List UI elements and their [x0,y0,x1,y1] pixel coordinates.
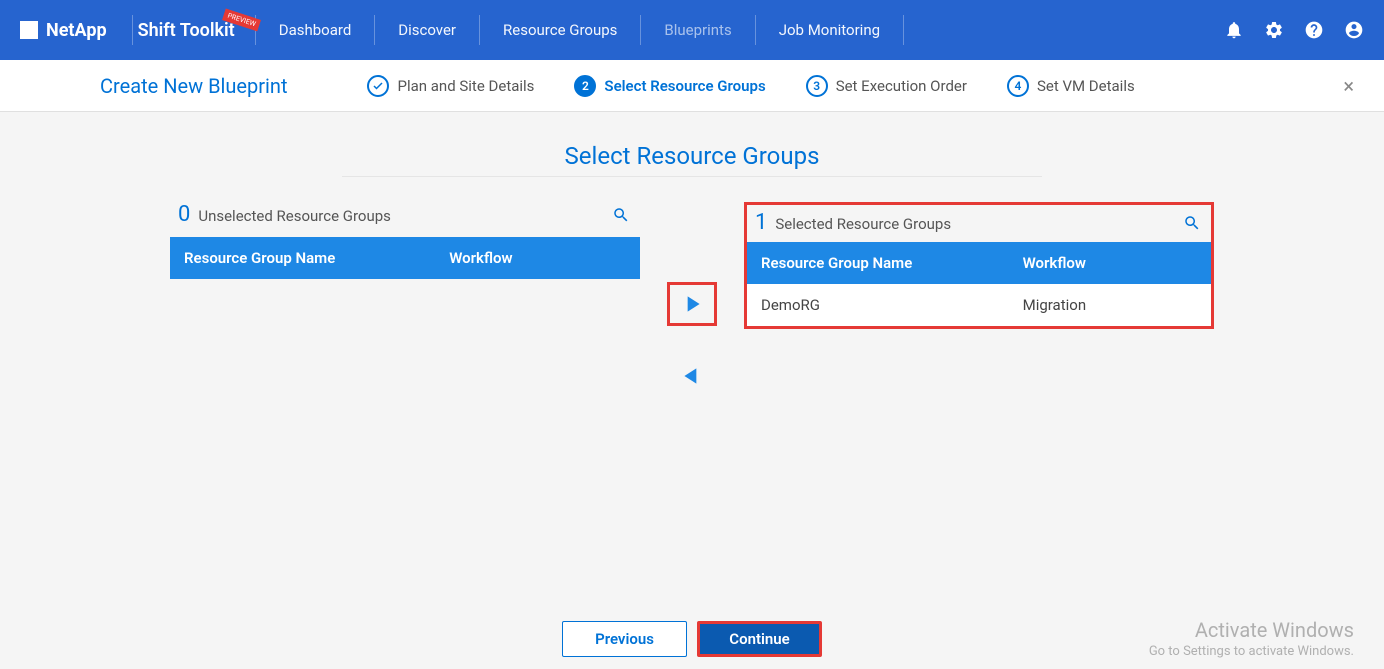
gear-icon[interactable] [1264,20,1284,40]
col-workflow: Workflow [449,249,626,267]
app-title-text: Shift Toolkit [138,20,235,41]
watermark-title: Activate Windows [1149,618,1354,642]
nav-resource-groups[interactable]: Resource Groups [485,21,635,39]
help-icon[interactable] [1304,20,1324,40]
wizard-bar: Create New Blueprint Plan and Site Detai… [0,60,1384,112]
arrow-right-icon [679,289,705,319]
divider [903,15,904,45]
nav-discover[interactable]: Discover [380,21,474,39]
top-nav: NetApp Shift Toolkit PREVIEW Dashboard D… [0,0,1384,60]
step-label: Select Resource Groups [604,77,765,95]
panel-count: 0 [178,202,190,227]
table-header: Resource Group Name Workflow [747,242,1211,284]
footer-buttons: Previous Continue [562,621,822,657]
windows-watermark: Activate Windows Go to Settings to activ… [1149,618,1354,659]
divider [479,15,480,45]
brand-logo: NetApp [20,20,107,41]
table-header: Resource Group Name Workflow [170,237,640,279]
move-right-button[interactable] [667,282,717,326]
divider [640,15,641,45]
section-divider [342,176,1042,177]
panel-title: 1 Selected Resource Groups [755,210,951,235]
step-number: 2 [574,75,596,97]
divider [374,15,375,45]
divider [755,15,756,45]
step-select-resource-groups[interactable]: 2 Select Resource Groups [574,75,765,97]
cell-name: DemoRG [761,296,1023,314]
step-label: Set VM Details [1037,77,1135,95]
nav-job-monitoring[interactable]: Job Monitoring [761,21,898,39]
brand-name: NetApp [46,20,107,41]
panel-count: 1 [755,210,767,235]
app-title: Shift Toolkit PREVIEW [138,20,235,41]
move-left-button[interactable] [667,354,717,398]
step-number: 3 [806,75,828,97]
cell-workflow: Migration [1023,296,1197,314]
step-set-execution-order[interactable]: 3 Set Execution Order [806,75,967,97]
step-label: Set Execution Order [836,77,967,95]
table-row[interactable]: DemoRG Migration [747,284,1211,326]
nav-blueprints[interactable]: Blueprints [646,21,749,39]
transfer-layout: 0 Unselected Resource Groups Resource Gr… [170,202,1214,398]
watermark-subtitle: Go to Settings to activate Windows. [1149,644,1354,659]
panel-header: 1 Selected Resource Groups [747,205,1211,242]
panel-header: 0 Unselected Resource Groups [170,202,640,237]
close-icon[interactable]: × [1343,74,1354,98]
user-icon[interactable] [1344,20,1364,40]
step-number: 4 [1007,75,1029,97]
panel-label: Selected Resource Groups [775,215,951,233]
col-workflow: Workflow [1023,254,1197,272]
logo-mark [20,21,38,39]
search-icon[interactable] [1183,214,1201,232]
panel-label: Unselected Resource Groups [198,207,391,225]
col-resource-group-name: Resource Group Name [761,254,1023,272]
continue-button[interactable]: Continue [697,621,822,657]
step-plan-site[interactable]: Plan and Site Details [367,75,534,97]
arrow-left-icon [679,361,705,391]
main-area: Select Resource Groups 0 Unselected Reso… [0,112,1384,418]
check-icon [367,75,389,97]
divider [132,15,133,45]
nav-dashboard[interactable]: Dashboard [261,21,370,39]
step-label: Plan and Site Details [397,77,534,95]
search-icon[interactable] [612,206,630,224]
nav-items: Dashboard Discover Resource Groups Bluep… [261,15,909,45]
col-resource-group-name: Resource Group Name [184,249,449,267]
wizard-steps: Plan and Site Details 2 Select Resource … [367,75,1134,97]
previous-button[interactable]: Previous [562,621,687,657]
bell-icon[interactable] [1224,20,1244,40]
wizard-title: Create New Blueprint [100,74,287,98]
unselected-panel: 0 Unselected Resource Groups Resource Gr… [170,202,640,279]
transfer-controls [667,282,717,398]
selected-panel: 1 Selected Resource Groups Resource Grou… [744,202,1214,329]
panel-title: 0 Unselected Resource Groups [178,202,391,227]
section-title: Select Resource Groups [170,142,1214,170]
nav-right [1224,20,1364,40]
step-set-vm-details[interactable]: 4 Set VM Details [1007,75,1135,97]
